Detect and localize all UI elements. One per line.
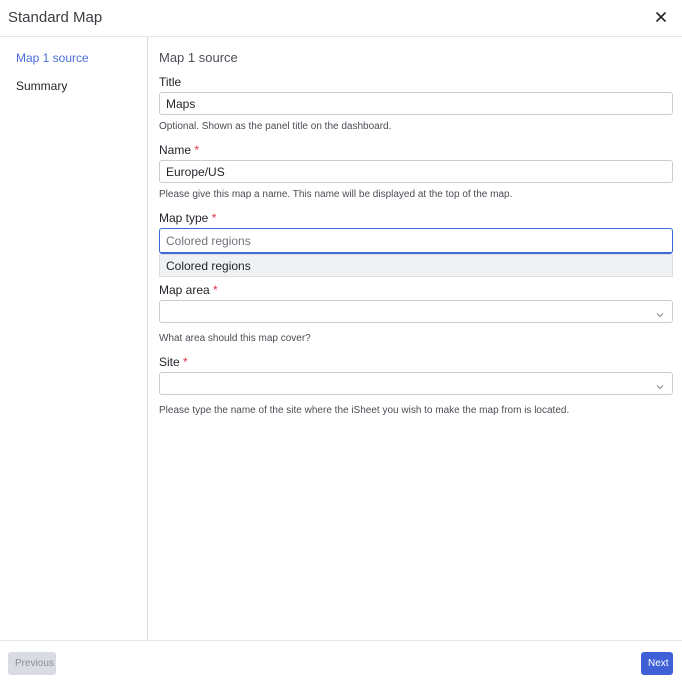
- title-label: Title: [159, 75, 182, 89]
- map-type-dropdown: Colored regions: [159, 254, 673, 277]
- dropdown-option-colored-regions[interactable]: Colored regions: [166, 259, 251, 273]
- wizard-sidebar: Map 1 source Summary: [0, 37, 148, 640]
- map-type-input[interactable]: [159, 228, 673, 254]
- sidebar-item-summary[interactable]: Summary: [16, 79, 67, 93]
- map-area-select[interactable]: [159, 300, 673, 323]
- dialog-header: Standard Map: [0, 0, 682, 37]
- name-label-text: Name: [159, 143, 192, 157]
- required-mark: *: [213, 283, 218, 297]
- site-help: Please type the name of the site where t…: [159, 405, 570, 416]
- site-label-text: Site: [159, 355, 180, 369]
- name-help: Please give this map a name. This name w…: [159, 189, 513, 200]
- chevron-down-icon: [655, 379, 665, 390]
- required-mark: *: [194, 143, 200, 157]
- sidebar-item-map-1-source[interactable]: Map 1 source: [16, 51, 89, 65]
- required-mark: *: [183, 355, 188, 369]
- dialog-footer: Previous Next: [0, 640, 682, 686]
- site-select[interactable]: [159, 372, 673, 395]
- map-area-label: Map area *: [159, 283, 218, 297]
- map-area-help: What area should this map cover?: [159, 333, 311, 344]
- title-help: Optional. Shown as the panel title on th…: [159, 121, 392, 132]
- map-area-label-text: Map area: [159, 283, 210, 297]
- map-type-label: Map type *: [159, 211, 216, 225]
- map-type-label-text: Map type: [159, 211, 209, 225]
- form-panel: Map 1 source Title Optional. Shown as th…: [148, 37, 682, 640]
- dialog-title: Standard Map: [8, 9, 103, 26]
- name-label: Name *: [159, 143, 199, 157]
- site-label: Site *: [159, 355, 188, 369]
- next-button[interactable]: Next: [641, 652, 673, 675]
- required-mark: *: [211, 211, 217, 225]
- title-input[interactable]: [159, 92, 673, 115]
- section-title: Map 1 source: [159, 50, 238, 65]
- name-input[interactable]: [159, 160, 673, 183]
- standard-map-dialog: Standard Map Map 1 source Summary Map 1 …: [0, 0, 682, 686]
- previous-button[interactable]: Previous: [8, 652, 56, 675]
- chevron-down-icon: [655, 307, 665, 318]
- close-icon[interactable]: [650, 6, 672, 28]
